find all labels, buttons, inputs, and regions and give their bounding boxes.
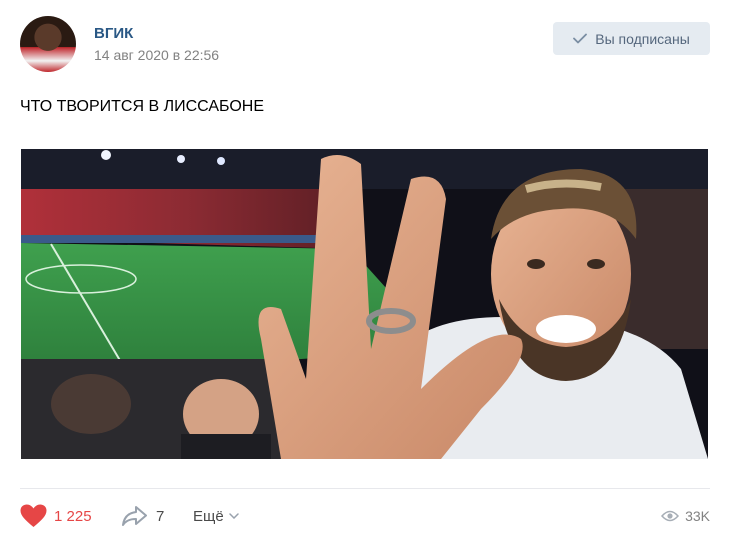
like-count: 1 225 (54, 507, 92, 525)
eye-icon (661, 510, 680, 522)
share-arrow-icon (122, 506, 147, 526)
video-frame (21, 149, 708, 459)
views-counter: 33K (661, 503, 710, 529)
share-button[interactable]: 7 (121, 503, 164, 529)
chevron-down-icon (228, 513, 239, 519)
share-count: 7 (156, 507, 165, 525)
post-date[interactable]: 14 авг 2020 в 22:56 (94, 47, 219, 63)
video-player[interactable] (21, 149, 708, 459)
post-text: ЧТО ТВОРИТСЯ В ЛИССАБОНЕ (20, 98, 265, 115)
heart-icon (20, 504, 47, 527)
views-count: 33K (685, 508, 710, 524)
footer-divider (20, 488, 710, 489)
more-label: Ещё (193, 507, 224, 525)
subscribed-label: Вы подписаны (595, 30, 690, 47)
like-button[interactable]: 1 225 (20, 503, 92, 529)
author-avatar[interactable] (20, 16, 76, 72)
author-name[interactable]: ВГИК (94, 25, 133, 42)
subscribed-button[interactable]: Вы подписаны (553, 22, 710, 55)
more-button[interactable]: Ещё (193, 503, 239, 529)
checkmark-icon (573, 33, 588, 44)
